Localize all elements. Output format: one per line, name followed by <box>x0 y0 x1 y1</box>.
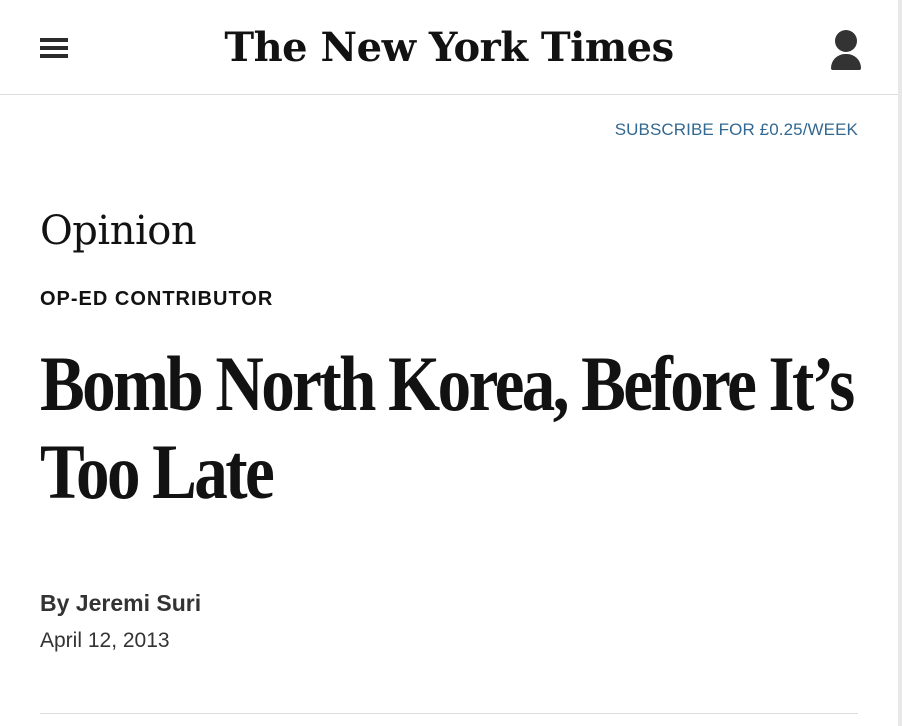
subscribe-link[interactable]: SUBSCRIBE FOR £0.25/WEEK <box>615 120 858 140</box>
window-edge <box>898 0 902 726</box>
account-button[interactable] <box>826 28 866 72</box>
byline: By Jeremi Suri <box>40 590 201 617</box>
article-headline: Bomb North Korea, Before It’s Too Late <box>40 340 855 515</box>
menu-bar <box>40 38 68 42</box>
menu-bar <box>40 46 68 50</box>
author-link[interactable]: Jeremi Suri <box>76 590 201 616</box>
site-logo[interactable]: The New York Times <box>200 18 698 78</box>
publish-date: April 12, 2013 <box>40 629 170 652</box>
menu-button[interactable] <box>36 33 72 63</box>
user-account-icon-body <box>831 54 861 70</box>
section-label[interactable]: Opinion <box>40 208 197 254</box>
byline-prefix: By <box>40 590 70 616</box>
divider <box>40 713 858 714</box>
site-header: The New York Times <box>0 0 898 95</box>
menu-bar <box>40 54 68 58</box>
article-kicker: OP-ED CONTRIBUTOR <box>40 288 274 310</box>
user-account-icon <box>835 30 857 52</box>
